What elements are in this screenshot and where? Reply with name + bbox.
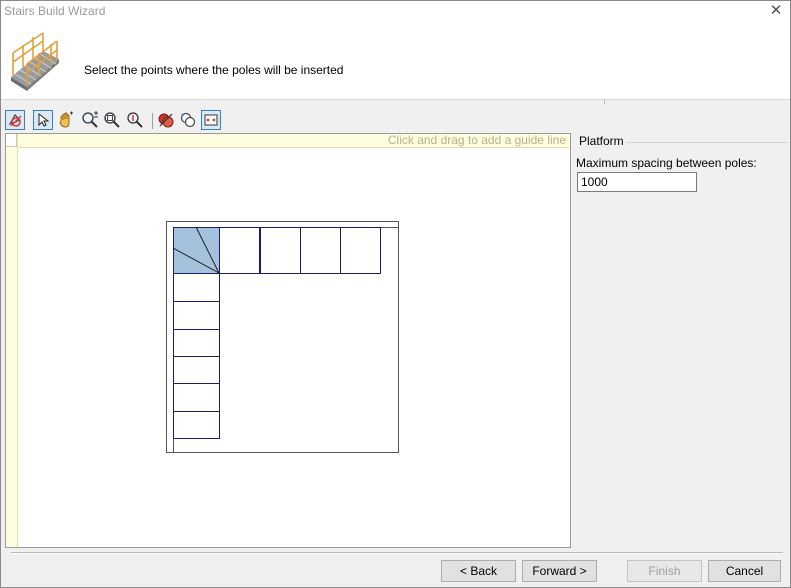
platform-group-title: Platform <box>579 134 624 148</box>
vertical-step <box>173 411 220 439</box>
pan-hand-icon[interactable] <box>56 110 76 130</box>
zoom-plus-minus-icon[interactable] <box>80 110 100 130</box>
wizard-header <box>1 22 790 99</box>
back-button[interactable]: < Back <box>441 560 516 582</box>
close-icon[interactable]: ✕ <box>766 2 786 20</box>
finish-button: Finish <box>627 560 702 582</box>
spacing-input[interactable] <box>577 172 697 192</box>
instruction-text: Select the points where the poles will b… <box>84 63 344 77</box>
vertical-step <box>173 356 220 385</box>
stairs-logo-icon <box>11 32 59 91</box>
header-divider-tick <box>604 99 605 104</box>
vertical-step <box>173 301 220 330</box>
footer-divider-highlight <box>11 553 783 554</box>
remove-poles-icon[interactable] <box>156 110 176 130</box>
zoom-extents-icon[interactable] <box>125 110 145 130</box>
horizontal-step <box>300 227 341 274</box>
title-bar: Stairs Build Wizard ✕ <box>1 1 790 22</box>
fit-to-view-icon[interactable] <box>201 110 221 130</box>
pointer-icon[interactable] <box>33 110 53 130</box>
vertical-step <box>173 273 220 302</box>
stairs-plan-drawing[interactable] <box>6 134 570 547</box>
horizontal-step <box>340 227 381 274</box>
spacing-label: Maximum spacing between poles: <box>576 156 757 170</box>
horizontal-step <box>219 227 260 274</box>
circles-icon[interactable] <box>178 110 198 130</box>
horizontal-step <box>260 227 301 274</box>
group-divider <box>627 142 787 143</box>
header-divider <box>1 99 790 100</box>
landing-square <box>173 227 220 274</box>
toolbar-separator <box>152 113 153 129</box>
shape-select-icon[interactable] <box>5 110 25 130</box>
properties-panel: Platform Maximum spacing between poles: <box>573 133 790 548</box>
vertical-step <box>173 329 220 358</box>
drawing-canvas[interactable]: Click and drag to add a guide line <box>5 133 571 548</box>
forward-button[interactable]: Forward > <box>522 560 597 582</box>
toolbar <box>1 109 790 133</box>
wizard-window: Stairs Build Wizard ✕ Select the points … <box>0 0 791 588</box>
cancel-button[interactable]: Cancel <box>708 560 781 582</box>
vertical-step <box>173 383 220 412</box>
window-title: Stairs Build Wizard <box>4 4 106 18</box>
zoom-window-icon[interactable] <box>102 110 122 130</box>
